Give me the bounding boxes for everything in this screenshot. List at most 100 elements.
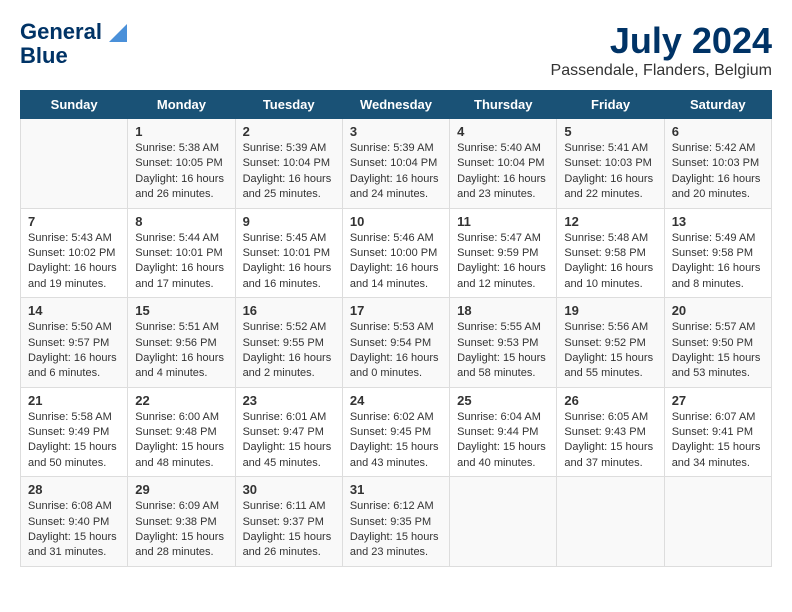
calendar-cell: 21Sunrise: 5:58 AMSunset: 9:49 PMDayligh… — [21, 387, 128, 477]
calendar-cell: 31Sunrise: 6:12 AMSunset: 9:35 PMDayligh… — [342, 477, 449, 567]
calendar-cell — [557, 477, 664, 567]
cell-content: Sunrise: 6:00 AMSunset: 9:48 PMDaylight:… — [135, 410, 227, 472]
month-year-title: July 2024 — [551, 20, 772, 62]
calendar-cell: 20 Sunrise: 5:57 AMSunset: 9:50 PMDayligh… — [664, 298, 771, 388]
day-number: 5 — [564, 124, 656, 139]
cell-line: Daylight: 15 hours — [350, 530, 442, 545]
cell-line: Sunrise: 6:09 AM — [135, 499, 227, 514]
calendar-cell: 19 Sunrise: 5:56 AMSunset: 9:52 PMDayligh… — [557, 298, 664, 388]
cell-content: Sunrise: 6:07 AMSunset: 9:41 PMDaylight:… — [672, 410, 764, 472]
cell-line: Sunset: 9:53 PM — [457, 336, 549, 351]
cell-line: Sunset: 9:45 PM — [350, 425, 442, 440]
calendar-week-2: 7Sunrise: 5:43 AMSunset: 10:02 PMDayligh… — [21, 208, 772, 298]
cell-line: Sunset: 9:58 PM — [564, 246, 656, 261]
cell-line: Sunset: 10:05 PM — [135, 156, 227, 171]
cell-content: Sunrise: 5:57 AMSunset: 9:50 PMDaylight:… — [672, 320, 764, 382]
cell-line: and 53 minutes. — [672, 366, 764, 381]
cell-line: and 40 minutes. — [457, 456, 549, 471]
day-number: 27 — [672, 393, 764, 408]
calendar-cell: 9Sunrise: 5:45 AMSunset: 10:01 PMDayligh… — [235, 208, 342, 298]
cell-content: Sunrise: 5:42 AMSunset: 10:03 PMDaylight… — [672, 141, 764, 203]
calendar-body: 1 Sunrise: 5:38 AMSunset: 10:05 PM Dayligh… — [21, 119, 772, 567]
cell-line: Daylight: 15 hours — [28, 440, 120, 455]
cell-line: and 22 minutes. — [564, 187, 656, 202]
cell-content: Sunrise: 5:49 AMSunset: 9:58 PMDaylight:… — [672, 231, 764, 293]
cell-content: Sunrise: 5:53 AMSunset: 9:54 PMDaylight:… — [350, 320, 442, 382]
day-number: 21 — [28, 393, 120, 408]
cell-line: Sunrise: 5:41 AM — [564, 141, 656, 156]
cell-line: and 25 minutes. — [243, 187, 335, 202]
logo-icon — [109, 24, 127, 42]
calendar-cell: 17Sunrise: 5:53 AMSunset: 9:54 PMDayligh… — [342, 298, 449, 388]
cell-line: Sunset: 9:52 PM — [564, 336, 656, 351]
cell-line: and 43 minutes. — [350, 456, 442, 471]
cell-content: Sunrise: 6:05 AMSunset: 9:43 PMDaylight:… — [564, 410, 656, 472]
cell-line: Sunset: 9:48 PM — [135, 425, 227, 440]
calendar-cell: 29Sunrise: 6:09 AMSunset: 9:38 PMDayligh… — [128, 477, 235, 567]
cell-line: Daylight: 16 hours — [672, 172, 764, 187]
title-section: July 2024 Passendale, Flanders, Belgium — [551, 20, 772, 80]
day-number: 29 — [135, 482, 227, 497]
cell-line: Daylight: 15 hours — [28, 530, 120, 545]
cell-line: Sunrise: 5:44 AM — [135, 231, 227, 246]
cell-line: and 26 minutes. — [135, 187, 227, 202]
cell-line: Daylight: 16 hours — [672, 261, 764, 276]
day-number: 26 — [564, 393, 656, 408]
cell-line: Daylight: 16 hours — [350, 261, 442, 276]
cell-line: Sunrise: 5:39 AM — [243, 141, 335, 156]
cell-line: and 34 minutes. — [672, 456, 764, 471]
cell-line: and 26 minutes. — [243, 545, 335, 560]
day-number: 20 — [672, 303, 764, 318]
day-number: 8 — [135, 214, 227, 229]
day-number: 31 — [350, 482, 442, 497]
cell-line: and 31 minutes. — [28, 545, 120, 560]
day-number: 4 — [457, 124, 549, 139]
cell-line: and 20 minutes. — [672, 187, 764, 202]
day-number: 1 — [135, 124, 227, 139]
cell-content: Sunrise: 5:52 AMSunset: 9:55 PMDaylight:… — [243, 320, 335, 382]
cell-content: Sunrise: 5:45 AMSunset: 10:01 PMDaylight… — [243, 231, 335, 293]
cell-line: Sunrise: 5:38 AM — [135, 141, 227, 156]
day-number: 3 — [350, 124, 442, 139]
cell-content: Sunrise: 5:47 AMSunset: 9:59 PMDaylight:… — [457, 231, 549, 293]
cell-line: Daylight: 16 hours — [564, 261, 656, 276]
weekday-header-friday: Friday — [557, 91, 664, 119]
cell-line: Sunrise: 5:53 AM — [350, 320, 442, 335]
calendar-cell: 16Sunrise: 5:52 AMSunset: 9:55 PMDayligh… — [235, 298, 342, 388]
cell-line: Sunset: 9:54 PM — [350, 336, 442, 351]
weekday-header-wednesday: Wednesday — [342, 91, 449, 119]
day-number: 23 — [243, 393, 335, 408]
cell-content: Sunrise: 5:40 AMSunset: 10:04 PMDaylight… — [457, 141, 549, 203]
cell-line: Sunset: 10:04 PM — [243, 156, 335, 171]
cell-line: and 4 minutes. — [135, 366, 227, 381]
calendar-cell: 23Sunrise: 6:01 AMSunset: 9:47 PMDayligh… — [235, 387, 342, 477]
cell-line: Sunset: 10:03 PM — [672, 156, 764, 171]
day-number: 30 — [243, 482, 335, 497]
cell-line: Sunset: 9:43 PM — [564, 425, 656, 440]
cell-line: Daylight: 16 hours — [243, 351, 335, 366]
calendar-cell — [450, 477, 557, 567]
cell-line: Sunset: 9:58 PM — [672, 246, 764, 261]
cell-line: Sunrise: 5:49 AM — [672, 231, 764, 246]
calendar-cell: 3Sunrise: 5:39 AMSunset: 10:04 PMDayligh… — [342, 119, 449, 209]
logo-text: General — [20, 20, 127, 44]
cell-line: Daylight: 15 hours — [135, 530, 227, 545]
day-number: 18 — [457, 303, 549, 318]
day-number: 19 — [564, 303, 656, 318]
day-number: 12 — [564, 214, 656, 229]
cell-content: Sunrise: 5:44 AMSunset: 10:01 PMDaylight… — [135, 231, 227, 293]
cell-content: Sunrise: 5:56 AMSunset: 9:52 PMDaylight:… — [564, 320, 656, 382]
cell-content: Sunrise: 6:08 AMSunset: 9:40 PMDaylight:… — [28, 499, 120, 561]
cell-line: Sunset: 10:01 PM — [243, 246, 335, 261]
calendar-header: SundayMondayTuesdayWednesdayThursdayFrid… — [21, 91, 772, 119]
cell-line: Daylight: 16 hours — [28, 351, 120, 366]
cell-line: Daylight: 15 hours — [350, 440, 442, 455]
calendar-table: SundayMondayTuesdayWednesdayThursdayFrid… — [20, 90, 772, 567]
calendar-cell: 6Sunrise: 5:42 AMSunset: 10:03 PMDayligh… — [664, 119, 771, 209]
cell-line: and 24 minutes. — [350, 187, 442, 202]
cell-line: and 55 minutes. — [564, 366, 656, 381]
cell-line: Daylight: 15 hours — [457, 440, 549, 455]
calendar-week-5: 28Sunrise: 6:08 AMSunset: 9:40 PMDayligh… — [21, 477, 772, 567]
cell-line: Sunrise: 5:58 AM — [28, 410, 120, 425]
calendar-cell: 22Sunrise: 6:00 AMSunset: 9:48 PMDayligh… — [128, 387, 235, 477]
